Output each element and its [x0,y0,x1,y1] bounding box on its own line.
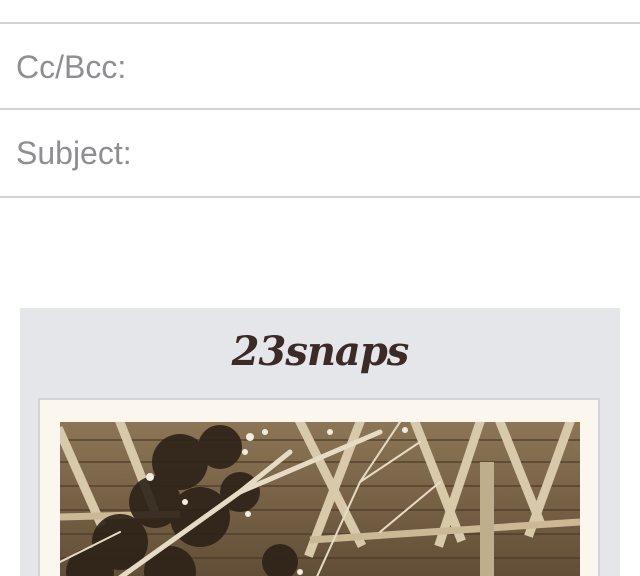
subject-label: Subject: [16,135,132,171]
photo-image [60,422,580,576]
sepia-photo[interactable] [60,422,580,576]
subject-input[interactable] [150,130,624,174]
cc-bcc-label: Cc/Bcc: [16,49,127,85]
cc-bcc-field[interactable]: Cc/Bcc: [0,22,640,110]
subject-field[interactable]: Subject: [0,110,640,198]
email-compose-screen: Cc/Bcc: Subject: 23snaps [0,0,640,576]
cc-bcc-input[interactable] [150,44,624,88]
brand-logo: 23snaps [231,328,410,375]
email-body-card: 23snaps [20,308,620,576]
photo-frame [38,398,600,576]
